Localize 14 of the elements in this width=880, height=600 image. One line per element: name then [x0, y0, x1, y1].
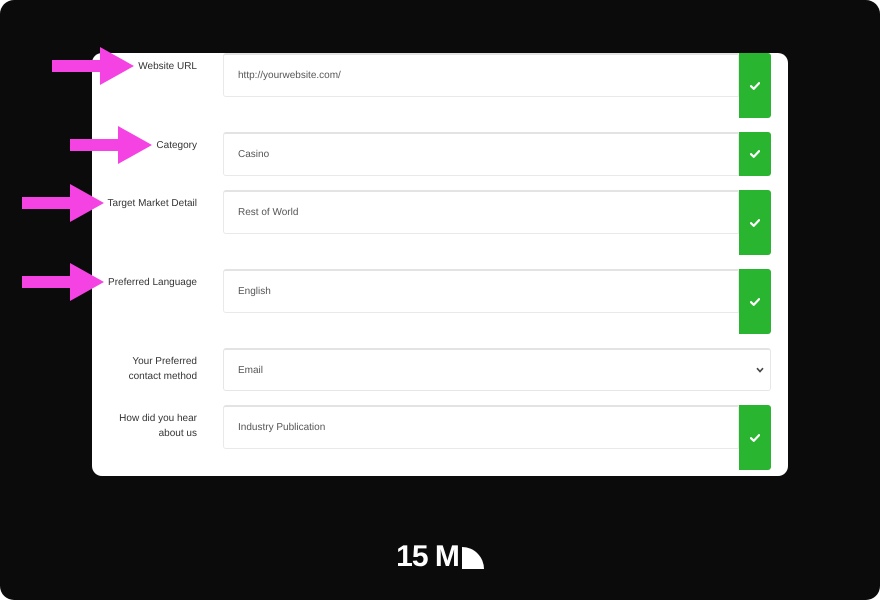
input-field[interactable]: Casino	[223, 132, 739, 176]
field-label: Preferred Language	[108, 275, 197, 290]
field-label: Category	[156, 138, 197, 153]
input-field[interactable]: Rest of World	[223, 190, 739, 234]
field-label: Your Preferred contact method	[128, 355, 197, 384]
input-field[interactable]: English	[223, 269, 739, 313]
input-field[interactable]: Industry Publication	[223, 405, 739, 449]
field-label: Target Market Detail	[108, 196, 197, 211]
field-label: How did you hear about us	[118, 412, 197, 441]
select-field[interactable]: Email	[223, 348, 771, 391]
field-label: Website URL	[138, 59, 197, 74]
input-field[interactable]: http://yourwebsite.com/	[223, 53, 739, 97]
brand-logo: 15 M	[396, 542, 459, 572]
chevron-down-icon	[756, 367, 764, 373]
